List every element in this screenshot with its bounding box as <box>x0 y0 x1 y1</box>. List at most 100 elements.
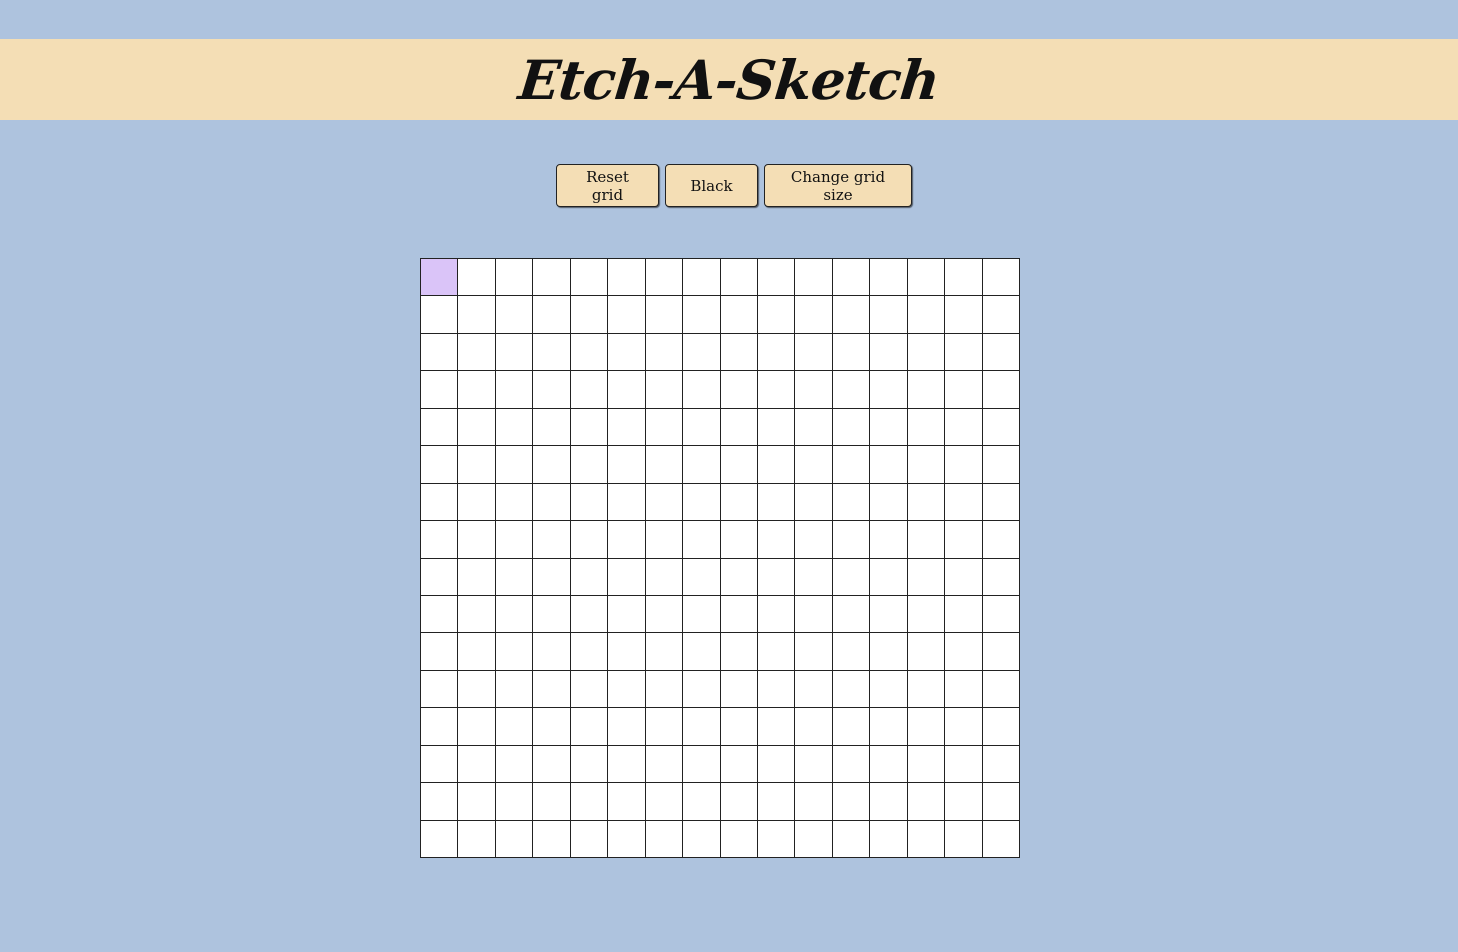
grid-cell[interactable] <box>795 745 833 784</box>
grid-cell[interactable] <box>982 296 1020 334</box>
grid-cell[interactable] <box>720 558 758 596</box>
grid-cell[interactable] <box>757 333 796 372</box>
grid-cell[interactable] <box>458 783 496 821</box>
grid-cell[interactable] <box>570 259 609 297</box>
grid-cell[interactable] <box>570 670 609 709</box>
grid-cell[interactable] <box>495 408 534 447</box>
grid-cell[interactable] <box>720 670 758 709</box>
grid-cell[interactable] <box>608 595 646 634</box>
grid-cell[interactable] <box>870 483 908 522</box>
grid-cell[interactable] <box>757 483 796 522</box>
grid-cell[interactable] <box>982 633 1020 671</box>
grid-cell[interactable] <box>570 371 609 409</box>
grid-cell[interactable] <box>795 633 833 671</box>
grid-cell[interactable] <box>870 259 908 297</box>
grid-cell[interactable] <box>570 558 609 596</box>
grid-cell[interactable] <box>533 446 571 484</box>
grid-cell[interactable] <box>795 446 833 484</box>
grid-cell[interactable] <box>832 595 871 634</box>
grid-cell[interactable] <box>683 820 721 858</box>
grid-cell[interactable] <box>421 333 459 372</box>
grid-cell[interactable] <box>570 783 609 821</box>
grid-cell[interactable] <box>645 745 684 784</box>
grid-cell[interactable] <box>907 333 946 372</box>
grid-cell[interactable] <box>982 521 1020 559</box>
grid-cell[interactable] <box>720 633 758 671</box>
grid-cell[interactable] <box>683 408 721 447</box>
grid-cell[interactable] <box>757 296 796 334</box>
grid-cell[interactable] <box>832 371 871 409</box>
grid-cell[interactable] <box>495 820 534 858</box>
grid-cell[interactable] <box>907 670 946 709</box>
grid-cell[interactable] <box>645 259 684 297</box>
grid-cell[interactable] <box>458 333 496 372</box>
grid-cell[interactable] <box>645 446 684 484</box>
grid-cell[interactable] <box>608 820 646 858</box>
grid-cell[interactable] <box>720 408 758 447</box>
grid-cell[interactable] <box>832 483 871 522</box>
grid-cell[interactable] <box>495 259 534 297</box>
grid-cell[interactable] <box>757 259 796 297</box>
grid-cell[interactable] <box>832 820 871 858</box>
grid-cell[interactable] <box>832 745 871 784</box>
grid-cell[interactable] <box>421 521 459 559</box>
grid-cell[interactable] <box>645 483 684 522</box>
grid-cell[interactable] <box>870 633 908 671</box>
grid-cell[interactable] <box>907 820 946 858</box>
grid-cell[interactable] <box>832 670 871 709</box>
grid-cell[interactable] <box>421 558 459 596</box>
grid-cell[interactable] <box>533 708 571 746</box>
grid-cell[interactable] <box>945 708 983 746</box>
grid-cell[interactable] <box>608 558 646 596</box>
grid-cell[interactable] <box>645 595 684 634</box>
grid-cell[interactable] <box>720 483 758 522</box>
reset-grid-button[interactable]: Reset grid <box>556 164 659 207</box>
grid-cell[interactable] <box>907 595 946 634</box>
grid-cell[interactable] <box>907 745 946 784</box>
grid-cell[interactable] <box>608 371 646 409</box>
grid-cell[interactable] <box>421 371 459 409</box>
grid-cell[interactable] <box>458 595 496 634</box>
grid-cell[interactable] <box>608 296 646 334</box>
grid-cell[interactable] <box>608 483 646 522</box>
grid-cell[interactable] <box>683 595 721 634</box>
grid-cell[interactable] <box>645 333 684 372</box>
grid-cell[interactable] <box>720 446 758 484</box>
grid-cell[interactable] <box>982 708 1020 746</box>
grid-cell[interactable] <box>945 483 983 522</box>
grid-cell[interactable] <box>570 708 609 746</box>
grid-cell[interactable] <box>683 521 721 559</box>
grid-cell[interactable] <box>795 371 833 409</box>
grid-cell[interactable] <box>533 783 571 821</box>
grid-cell[interactable] <box>720 745 758 784</box>
grid-cell[interactable] <box>832 296 871 334</box>
grid-cell[interactable] <box>795 521 833 559</box>
grid-cell[interactable] <box>832 708 871 746</box>
grid-cell[interactable] <box>832 446 871 484</box>
grid-cell[interactable] <box>495 521 534 559</box>
grid-cell[interactable] <box>795 708 833 746</box>
grid-cell[interactable] <box>720 708 758 746</box>
grid-cell[interactable] <box>645 633 684 671</box>
grid-cell[interactable] <box>495 333 534 372</box>
grid-cell[interactable] <box>421 745 459 784</box>
grid-cell[interactable] <box>458 633 496 671</box>
grid-cell[interactable] <box>832 408 871 447</box>
grid-cell[interactable] <box>757 745 796 784</box>
grid-cell[interactable] <box>421 446 459 484</box>
grid-cell[interactable] <box>832 259 871 297</box>
grid-cell[interactable] <box>907 483 946 522</box>
grid-cell[interactable] <box>870 783 908 821</box>
grid-cell[interactable] <box>608 783 646 821</box>
grid-cell[interactable] <box>458 745 496 784</box>
grid-cell[interactable] <box>832 521 871 559</box>
grid-cell[interactable] <box>533 521 571 559</box>
grid-cell[interactable] <box>458 820 496 858</box>
grid-cell[interactable] <box>683 333 721 372</box>
grid-cell[interactable] <box>608 259 646 297</box>
grid-cell[interactable] <box>645 820 684 858</box>
grid-cell[interactable] <box>982 783 1020 821</box>
grid-cell[interactable] <box>421 408 459 447</box>
grid-cell[interactable] <box>982 483 1020 522</box>
grid-cell[interactable] <box>757 408 796 447</box>
